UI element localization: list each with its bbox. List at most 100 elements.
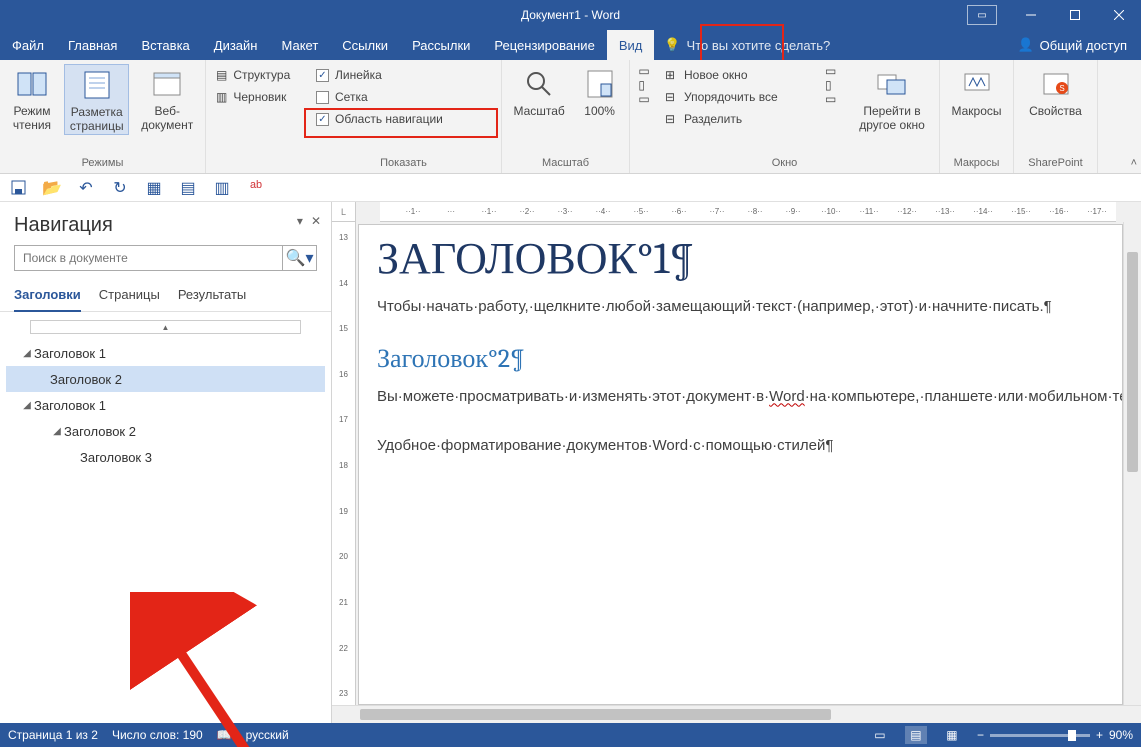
- zoom-button[interactable]: Масштаб: [508, 64, 570, 118]
- horizontal-ruler[interactable]: ··1·······1····2····3····4····5····6····…: [380, 202, 1116, 222]
- zoom-slider[interactable]: [990, 734, 1090, 737]
- split-button[interactable]: ⊟Разделить: [658, 108, 819, 130]
- new-window-label: Новое окно: [684, 68, 748, 82]
- document-page[interactable]: ЗАГОЛОВОК°1¶ Чтобы·начать·работу,·щелкни…: [358, 224, 1123, 705]
- outline-icon: ▤: [216, 68, 227, 82]
- nav-tabs: Заголовки Страницы Результаты: [0, 281, 331, 312]
- tree-node-h3-1[interactable]: Заголовок 3: [6, 444, 325, 470]
- status-page[interactable]: Страница 1 из 2: [8, 728, 98, 742]
- nav-tab-pages[interactable]: Страницы: [99, 281, 160, 311]
- tab-references[interactable]: Ссылки: [330, 30, 400, 60]
- ruler-corner: L: [332, 202, 356, 222]
- nav-search-button[interactable]: 🔍▾: [282, 246, 316, 270]
- zoom-level[interactable]: 90%: [1109, 728, 1133, 742]
- properties-button[interactable]: S Свойства: [1020, 64, 1091, 118]
- draft-label: Черновик: [233, 90, 286, 104]
- share-icon: 👤: [1017, 37, 1033, 53]
- tab-home[interactable]: Главная: [56, 30, 129, 60]
- qat-btn-1[interactable]: ▦: [144, 178, 164, 198]
- tree-label: Заголовок 1: [34, 398, 106, 413]
- arrange-all-button[interactable]: ⊟Упорядочить все: [658, 86, 819, 108]
- switch-windows-button[interactable]: Перейти в другое окно: [851, 64, 933, 133]
- group-label-sharepoint: SharePoint: [1020, 155, 1091, 173]
- quick-access-toolbar: 📂 ↶ ↻ ▦ ▤ ▥ ᵃᵇ: [0, 174, 1141, 202]
- nav-collapse-bar[interactable]: ▲: [30, 320, 301, 334]
- tab-design[interactable]: Дизайн: [202, 30, 270, 60]
- draft-icon: ▥: [216, 90, 227, 104]
- maximize-button[interactable]: [1053, 0, 1097, 30]
- zoom-100-icon: [584, 68, 616, 100]
- zoom-in-button[interactable]: +: [1096, 728, 1103, 742]
- side-by-side-buttons[interactable]: ▭▯▭: [825, 64, 845, 106]
- navpane-label: Область навигации: [335, 112, 443, 126]
- collapse-ribbon-icon[interactable]: ˄: [1131, 157, 1137, 169]
- macros-button[interactable]: Макросы: [946, 64, 1007, 118]
- print-layout-icon: [81, 69, 113, 101]
- open-button[interactable]: 📂: [42, 178, 62, 198]
- tree-node-h2-1[interactable]: Заголовок 2: [6, 366, 325, 392]
- ribbon-tabs: Файл Главная Вставка Дизайн Макет Ссылки…: [0, 30, 1141, 60]
- view-read-icon[interactable]: ▭: [869, 726, 891, 744]
- qat-btn-2[interactable]: ▤: [178, 178, 198, 198]
- share-button[interactable]: 👤 Общий доступ: [1003, 30, 1141, 60]
- horizontal-scrollbar[interactable]: [332, 705, 1141, 723]
- web-layout-button[interactable]: Веб-документ: [135, 64, 199, 133]
- status-proofing-icon[interactable]: 📖: [217, 728, 232, 742]
- properties-label: Свойства: [1029, 104, 1082, 118]
- print-layout-button[interactable]: Разметка страницы: [64, 64, 130, 135]
- draft-view-button[interactable]: ▥ Черновик: [212, 86, 294, 108]
- status-words[interactable]: Число слов: 190: [112, 728, 203, 742]
- outline-view-button[interactable]: ▤Структура: [212, 64, 294, 86]
- close-button[interactable]: [1097, 0, 1141, 30]
- tab-mailings[interactable]: Рассылки: [400, 30, 482, 60]
- redo-button[interactable]: ↻: [110, 178, 130, 198]
- tab-review[interactable]: Рецензирование: [482, 30, 606, 60]
- view-web-icon[interactable]: ▦: [941, 726, 963, 744]
- ribbon: Режим чтения Разметка страницы Веб-докум…: [0, 60, 1141, 174]
- tree-label: Заголовок 1: [34, 346, 106, 361]
- zoom-label: Масштаб: [513, 104, 564, 118]
- tell-me[interactable]: 💡 Что вы хотите сделать?: [654, 30, 1003, 60]
- nav-tree: ◢Заголовок 1 Заголовок 2 ◢Заголовок 1 ◢З…: [0, 340, 331, 470]
- undo-button[interactable]: ↶: [76, 178, 96, 198]
- tab-layout[interactable]: Макет: [269, 30, 330, 60]
- tab-insert[interactable]: Вставка: [129, 30, 201, 60]
- view-print-icon[interactable]: ▤: [905, 726, 927, 744]
- statusbar: Страница 1 из 2 Число слов: 190 📖 русски…: [0, 723, 1141, 747]
- sharepoint-icon: S: [1040, 68, 1072, 100]
- new-window-button[interactable]: ⊞Новое окно: [658, 64, 819, 86]
- nav-tab-results[interactable]: Результаты: [178, 281, 246, 311]
- print-layout-label: Разметка страницы: [65, 105, 129, 134]
- save-button[interactable]: [8, 178, 28, 198]
- zoom-control: − + 90%: [977, 728, 1133, 742]
- status-language[interactable]: русский: [246, 728, 289, 742]
- nav-tab-headings[interactable]: Заголовки: [14, 281, 81, 312]
- nav-search-input[interactable]: [15, 246, 282, 270]
- tree-node-h1-1[interactable]: ◢Заголовок 1: [6, 340, 325, 366]
- tree-node-h2-2[interactable]: ◢Заголовок 2: [6, 418, 325, 444]
- vertical-scrollbar[interactable]: [1123, 222, 1141, 705]
- ruler-checkbox[interactable]: ✓Линейка: [312, 64, 447, 86]
- group-label-modes: Режимы: [6, 155, 199, 173]
- gridlines-checkbox[interactable]: Сетка: [312, 86, 447, 108]
- tree-node-h1-2[interactable]: ◢Заголовок 1: [6, 392, 325, 418]
- ribbon-display-options-icon[interactable]: ▭: [967, 5, 997, 25]
- zoom-100-button[interactable]: 100%: [576, 64, 623, 118]
- tab-view[interactable]: Вид: [607, 30, 655, 60]
- qat-btn-4[interactable]: ᵃᵇ: [246, 178, 266, 198]
- navpane-close-icon[interactable]: ✕: [311, 214, 321, 228]
- navpane-dropdown-icon[interactable]: ▾: [297, 214, 303, 228]
- read-mode-button[interactable]: Режим чтения: [6, 64, 58, 133]
- page-width-buttons[interactable]: ▭▯▭: [636, 64, 652, 106]
- svg-text:S: S: [1059, 84, 1064, 93]
- tell-me-label: Что вы хотите сделать?: [687, 38, 831, 53]
- minimize-button[interactable]: [1009, 0, 1053, 30]
- vertical-ruler[interactable]: 1314151617181920212223: [332, 222, 356, 705]
- navigation-pane-checkbox[interactable]: ✓Область навигации: [312, 108, 447, 130]
- group-label-show: Показать: [312, 155, 495, 173]
- tab-file[interactable]: Файл: [0, 30, 56, 60]
- group-label-zoom: Масштаб: [508, 155, 623, 173]
- tree-label: Заголовок 2: [50, 372, 122, 387]
- qat-btn-3[interactable]: ▥: [212, 178, 232, 198]
- zoom-out-button[interactable]: −: [977, 728, 984, 742]
